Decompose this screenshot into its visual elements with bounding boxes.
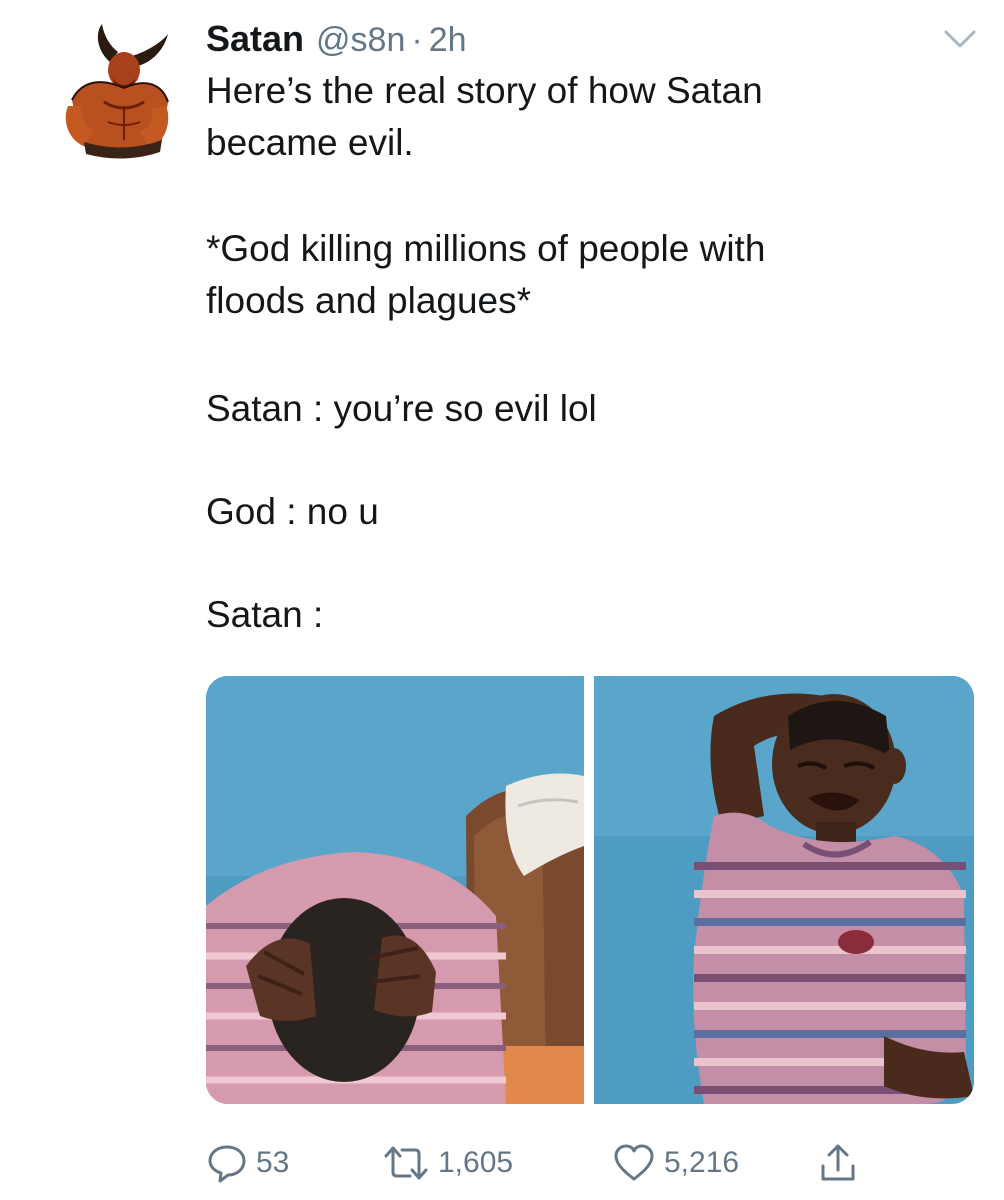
- avatar[interactable]: [58, 22, 176, 162]
- share-button[interactable]: [818, 1138, 858, 1188]
- tweet-text-line: *God killing millions of people with: [206, 228, 766, 269]
- tweet-header: Satan @s8n · 2h: [206, 18, 964, 62]
- tweet-text-line: Satan :: [206, 594, 324, 635]
- like-count: 5,216: [664, 1146, 740, 1179]
- devil-avatar-icon: [65, 24, 169, 159]
- reply-icon: [208, 1145, 246, 1183]
- tweet-text-line: became evil.: [206, 122, 414, 163]
- separator-dot: ·: [411, 21, 423, 59]
- like-button[interactable]: 5,216: [612, 1138, 739, 1188]
- handle[interactable]: @s8n: [316, 21, 405, 60]
- reply-count: 53: [256, 1146, 290, 1179]
- crying-kid-head-in-hands-image: [206, 676, 584, 1104]
- tweet-actions: 53 1,605 5,216: [206, 1138, 906, 1188]
- heart-icon: [614, 1144, 654, 1181]
- tweet-card: Satan @s8n · 2h Here’s the real story of…: [0, 0, 1004, 1200]
- timestamp[interactable]: 2h: [429, 21, 467, 60]
- media-photo-right[interactable]: [594, 676, 974, 1104]
- retweet-button[interactable]: 1,605: [382, 1138, 513, 1188]
- chevron-down-icon[interactable]: [940, 24, 980, 54]
- reply-button[interactable]: 53: [206, 1138, 289, 1188]
- media-divider: [584, 676, 594, 1104]
- media-photo-left[interactable]: [206, 676, 584, 1104]
- tweet-text-line: floods and plagues*: [206, 280, 532, 321]
- crying-kid-hand-on-head-image: [594, 676, 974, 1104]
- share-icon: [821, 1144, 855, 1181]
- tweet-text-line: Here’s the real story of how Satan: [206, 70, 763, 111]
- retweet-icon: [384, 1146, 428, 1180]
- media-grid: [206, 676, 974, 1104]
- display-name[interactable]: Satan: [206, 18, 304, 60]
- retweet-count: 1,605: [438, 1146, 514, 1179]
- tweet-text-line: Satan : you’re so evil lol: [206, 388, 597, 429]
- tweet-text-line: God : no u: [206, 491, 379, 532]
